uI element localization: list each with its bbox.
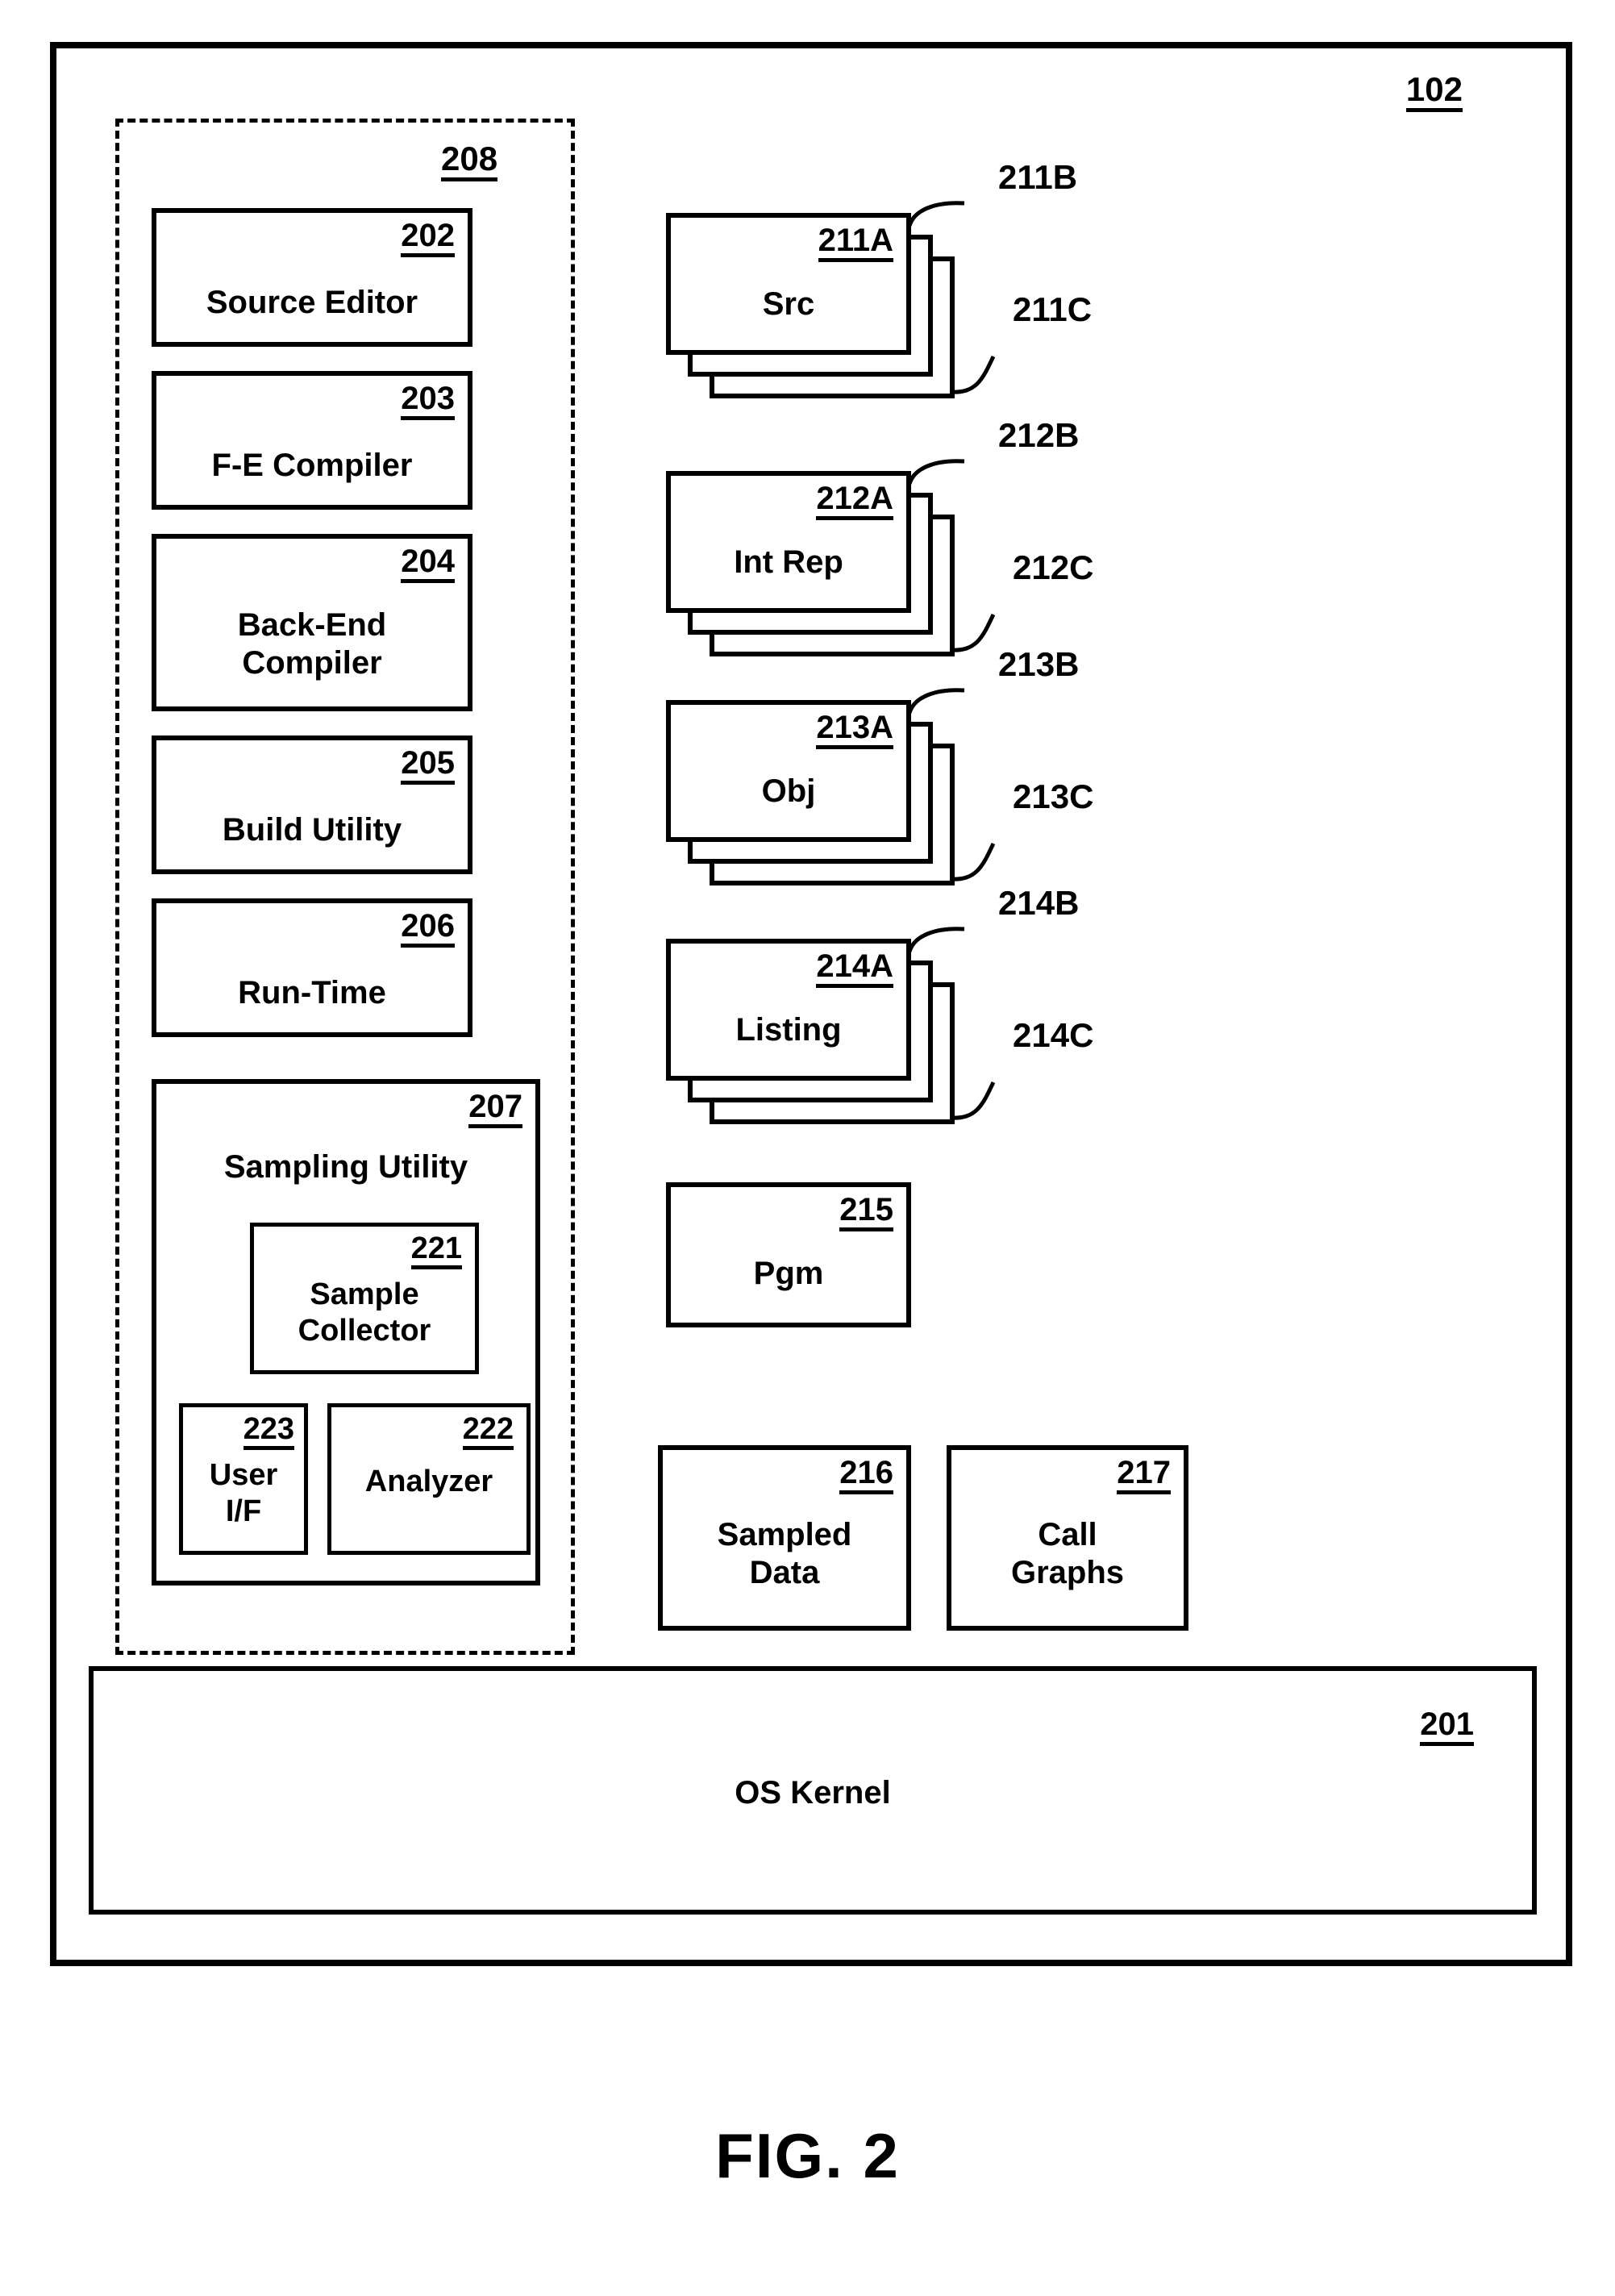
- box-sampling-utility[interactable]: 207 Sampling Utility 221 Sample Collecto…: [152, 1079, 540, 1586]
- label-os-kernel: OS Kernel: [735, 1775, 891, 1811]
- stack-sheet-front-int-rep[interactable]: 212A Int Rep: [666, 471, 911, 613]
- box-pgm[interactable]: 215 Pgm: [666, 1182, 911, 1327]
- box-sampled-data[interactable]: 216 Sampled Data: [658, 1445, 911, 1631]
- numeral-223: 223: [243, 1414, 294, 1450]
- numeral-102: 102: [1405, 72, 1463, 112]
- box-analyzer[interactable]: 222 Analyzer: [327, 1403, 531, 1555]
- box-user-if[interactable]: 223 User I/F: [179, 1403, 308, 1555]
- stack-sheet-front-src[interactable]: 211A Src: [666, 213, 911, 355]
- numeral-211b: 211B: [998, 158, 1078, 196]
- box-os-kernel[interactable]: 201 OS Kernel: [89, 1666, 1537, 1915]
- numeral-205: 205: [401, 747, 455, 785]
- label-back-end-compiler: Back-End Compiler: [237, 607, 387, 681]
- numeral-216: 216: [839, 1456, 893, 1494]
- box-run-time[interactable]: 206 Run-Time: [152, 898, 472, 1037]
- label-user-if: User I/F: [209, 1458, 278, 1528]
- numeral-213b: 213B: [998, 645, 1080, 683]
- label-build-utility: Build Utility: [222, 812, 402, 848]
- numeral-221: 221: [410, 1233, 462, 1269]
- numeral-208: 208: [441, 141, 498, 181]
- numeral-214b: 214B: [998, 884, 1080, 922]
- numeral-211c: 211C: [1013, 290, 1093, 328]
- numeral-217: 217: [1117, 1456, 1171, 1494]
- numeral-214c: 214C: [1013, 1016, 1094, 1054]
- stack-obj[interactable]: 213A Obj 213B 213C: [666, 645, 1093, 885]
- stack-listing[interactable]: 214A Listing 214B 214C: [666, 884, 1093, 1124]
- numeral-207: 207: [468, 1090, 522, 1128]
- numeral-204: 204: [401, 545, 455, 583]
- stack-sheet-front-listing[interactable]: 214A Listing: [666, 939, 911, 1081]
- label-source-editor: Source Editor: [206, 285, 418, 320]
- stack-sheet-front-obj[interactable]: 213A Obj: [666, 700, 911, 842]
- label-fe-compiler: F-E Compiler: [211, 448, 413, 483]
- numeral-214a: 214A: [816, 950, 893, 988]
- label-listing: Listing: [735, 1012, 842, 1048]
- numeral-212b: 212B: [998, 416, 1080, 454]
- box-source-editor[interactable]: 202 Source Editor: [152, 208, 472, 347]
- box-sample-collector[interactable]: 221 Sample Collector: [250, 1223, 479, 1374]
- box-call-graphs[interactable]: 217 Call Graphs: [947, 1445, 1188, 1631]
- label-pgm: Pgm: [753, 1256, 824, 1291]
- box-fe-compiler[interactable]: 203 F-E Compiler: [152, 371, 472, 510]
- numeral-222: 222: [462, 1414, 514, 1450]
- numeral-203: 203: [401, 382, 455, 420]
- numeral-212c: 212C: [1013, 548, 1094, 586]
- numeral-206: 206: [401, 910, 455, 948]
- stack-src[interactable]: 211A Src 211B 211C: [666, 158, 1092, 398]
- label-src: Src: [762, 286, 815, 322]
- label-sampled-data: Sampled Data: [717, 1517, 852, 1591]
- label-sampling-utility: Sampling Utility: [223, 1149, 468, 1185]
- numeral-211a: 211A: [818, 224, 893, 262]
- box-back-end-compiler[interactable]: 204 Back-End Compiler: [152, 534, 472, 711]
- figure-caption: FIG. 2: [715, 2120, 900, 2191]
- figure-canvas: 102 208 202 Source Editor 203 F-E Compil…: [0, 0, 1615, 2296]
- box-build-utility[interactable]: 205 Build Utility: [152, 735, 472, 874]
- label-obj: Obj: [761, 773, 816, 809]
- stack-int-rep[interactable]: 212A Int Rep 212B 212C: [666, 416, 1093, 656]
- numeral-202: 202: [401, 219, 455, 257]
- numeral-201: 201: [1420, 1708, 1474, 1746]
- numeral-215: 215: [839, 1194, 893, 1231]
- numeral-213c: 213C: [1013, 777, 1094, 815]
- label-call-graphs: Call Graphs: [1010, 1517, 1125, 1591]
- label-analyzer: Analyzer: [364, 1465, 493, 1498]
- label-int-rep: Int Rep: [734, 544, 843, 580]
- label-run-time: Run-Time: [238, 975, 386, 1010]
- numeral-212a: 212A: [816, 482, 893, 520]
- numeral-213a: 213A: [816, 711, 893, 749]
- label-sample-collector: Sample Collector: [298, 1277, 431, 1348]
